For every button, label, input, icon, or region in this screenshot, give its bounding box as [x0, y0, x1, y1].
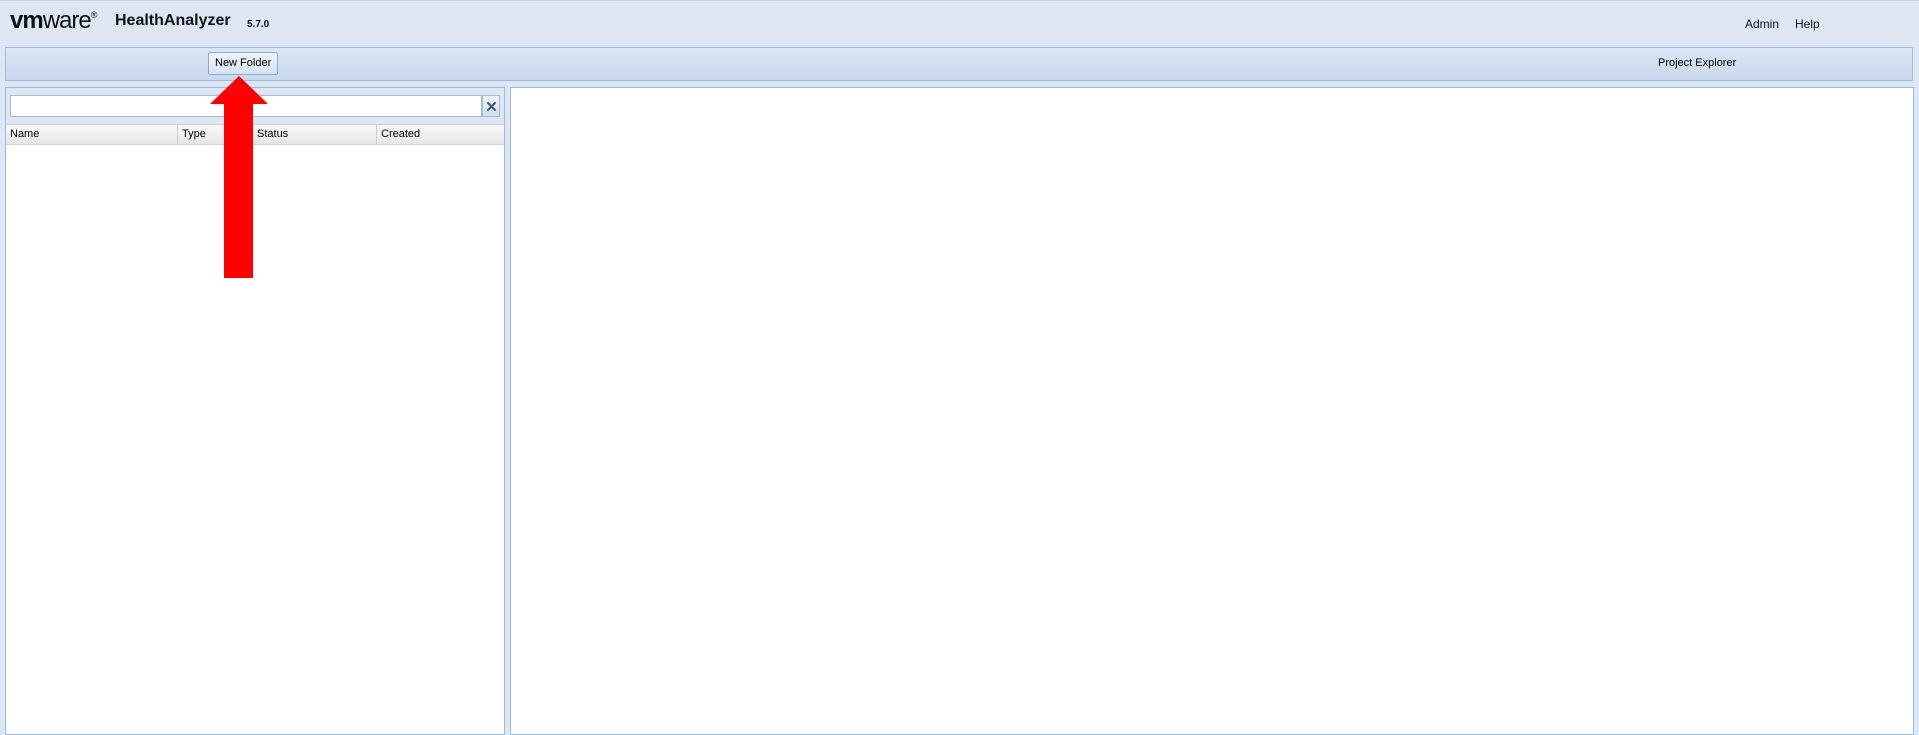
content-panel [510, 87, 1914, 735]
toolbar: New Folder Project Explorer [5, 47, 1913, 81]
new-folder-button[interactable]: New Folder [208, 52, 279, 75]
version-label: 5.7.0 [247, 19, 270, 30]
vmware-logo: vmware® [10, 7, 98, 35]
logo-registered-mark: ® [90, 10, 98, 20]
logo-ware: ware [42, 7, 92, 34]
column-header-name[interactable]: Name [6, 125, 178, 144]
up-arrow-icon [210, 76, 268, 278]
column-header-status[interactable]: Status [253, 125, 377, 144]
help-link[interactable]: Help [1795, 17, 1820, 31]
logo-vm: vm [10, 7, 44, 34]
admin-link[interactable]: Admin [1745, 17, 1779, 31]
app-window: vmware® HealthAnalyzer 5.7.0 Admin Help … [0, 0, 1919, 735]
tab-project-explorer[interactable]: Project Explorer [1658, 57, 1736, 69]
product-name: HealthAnalyzer [115, 12, 231, 29]
close-icon [487, 102, 496, 111]
clear-search-button[interactable] [482, 95, 500, 117]
column-header-created[interactable]: Created [377, 125, 504, 144]
app-header: vmware® HealthAnalyzer 5.7.0 Admin Help [0, 0, 1919, 47]
